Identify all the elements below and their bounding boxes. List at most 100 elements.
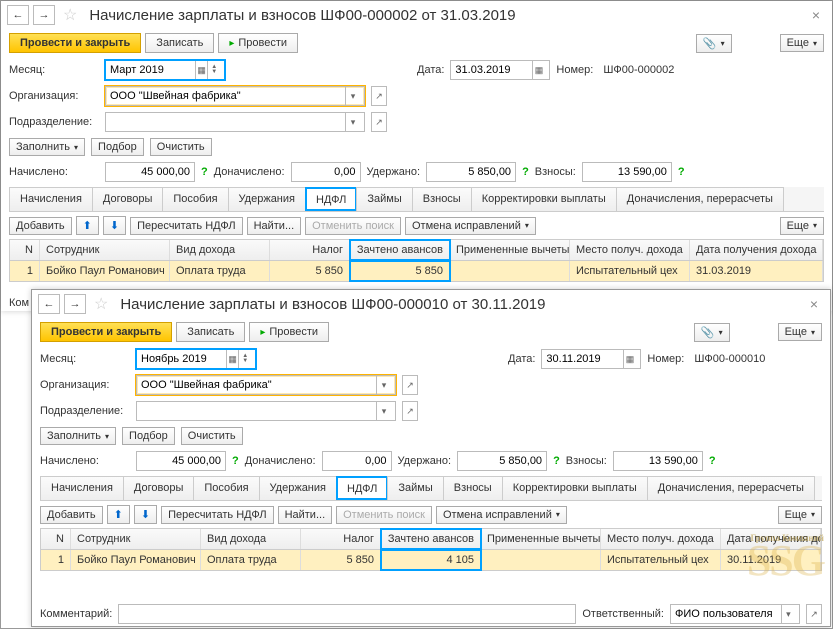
post-close-button[interactable]: Провести и закрыть: [40, 322, 172, 342]
col-tax[interactable]: Налог: [301, 529, 381, 549]
col-rdate[interactable]: Дата получения дохода: [721, 529, 821, 549]
accrued-input[interactable]: [105, 162, 195, 182]
clear-button[interactable]: Очистить: [150, 138, 212, 156]
date-input[interactable]: ▦: [450, 60, 550, 80]
add-accrued-input[interactable]: [322, 451, 392, 471]
star-icon[interactable]: ☆: [90, 294, 112, 314]
contrib-input[interactable]: [582, 162, 672, 182]
tab-deductions[interactable]: Удержания: [228, 187, 306, 211]
find-button[interactable]: Найти...: [278, 506, 333, 524]
withheld-input[interactable]: [426, 162, 516, 182]
org-open-icon[interactable]: ↗: [402, 375, 418, 395]
move-down-button[interactable]: ⬇: [134, 505, 157, 524]
dept-input[interactable]: ▾: [136, 401, 396, 421]
cancel-find-button[interactable]: Отменить поиск: [336, 506, 432, 524]
org-open-icon[interactable]: ↗: [371, 86, 387, 106]
close-icon[interactable]: ×: [806, 7, 826, 23]
tab-benefits[interactable]: Пособия: [193, 476, 259, 500]
save-button[interactable]: Записать: [145, 33, 214, 53]
pick-button[interactable]: Подбор: [122, 427, 175, 445]
tab-addl[interactable]: Доначисления, перерасчеты: [616, 187, 784, 211]
star-icon[interactable]: ☆: [59, 5, 81, 25]
tab-loans[interactable]: Займы: [356, 187, 412, 211]
col-tax[interactable]: Налог: [270, 240, 350, 260]
post-close-button[interactable]: Провести и закрыть: [9, 33, 141, 53]
org-input[interactable]: ▾: [105, 86, 365, 106]
tab-loans[interactable]: Займы: [387, 476, 443, 500]
help-icon[interactable]: ?: [709, 455, 716, 467]
attach-button[interactable]: 📎 ▾: [696, 34, 732, 53]
cancel-find-button[interactable]: Отменить поиск: [305, 217, 401, 235]
dept-open-icon[interactable]: ↗: [371, 112, 387, 132]
add-button[interactable]: Добавить: [9, 217, 72, 235]
nav-fwd[interactable]: →: [33, 5, 55, 25]
withheld-input[interactable]: [457, 451, 547, 471]
calendar-icon[interactable]: ▦: [623, 350, 637, 368]
col-advance[interactable]: Зачтено авансов: [381, 529, 481, 549]
recalc-button[interactable]: Пересчитать НДФЛ: [130, 217, 243, 235]
col-emp[interactable]: Сотрудник: [71, 529, 201, 549]
move-down-button[interactable]: ⬇: [103, 216, 126, 235]
clear-button[interactable]: Очистить: [181, 427, 243, 445]
col-n[interactable]: N: [41, 529, 71, 549]
tab-corrections[interactable]: Корректировки выплаты: [502, 476, 648, 500]
close-icon[interactable]: ×: [804, 296, 824, 312]
pick-button[interactable]: Подбор: [91, 138, 144, 156]
dept-open-icon[interactable]: ↗: [402, 401, 418, 421]
post-button[interactable]: ▸Провести: [249, 322, 329, 342]
tab-ndfl[interactable]: НДФЛ: [336, 476, 388, 500]
post-button[interactable]: ▸Провести: [218, 33, 298, 53]
accrued-input[interactable]: [136, 451, 226, 471]
help-icon[interactable]: ?: [553, 455, 560, 467]
col-deduct[interactable]: Примененные вычеты: [450, 240, 570, 260]
tab-contracts[interactable]: Договоры: [123, 476, 194, 500]
attach-button[interactable]: 📎 ▾: [694, 323, 730, 342]
move-up-button[interactable]: ⬆: [107, 505, 130, 524]
cancel-corr-button[interactable]: Отмена исправлений ▾: [405, 217, 536, 235]
help-icon[interactable]: ?: [201, 166, 208, 178]
more-button[interactable]: Еще ▾: [778, 506, 822, 524]
add-accrued-input[interactable]: [291, 162, 361, 182]
comment-input[interactable]: [118, 604, 576, 624]
dept-input[interactable]: ▾: [105, 112, 365, 132]
tab-addl[interactable]: Доначисления, перерасчеты: [647, 476, 815, 500]
tab-accruals[interactable]: Начисления: [9, 187, 93, 211]
tab-contrib[interactable]: Взносы: [443, 476, 503, 500]
month-input[interactable]: ▦▲▼: [136, 349, 256, 369]
col-kind[interactable]: Вид дохода: [170, 240, 270, 260]
tab-accruals[interactable]: Начисления: [40, 476, 124, 500]
tab-contrib[interactable]: Взносы: [412, 187, 472, 211]
responsible-input[interactable]: ▾: [670, 604, 800, 624]
col-place[interactable]: Место получ. дохода: [601, 529, 721, 549]
help-icon[interactable]: ?: [232, 455, 239, 467]
tab-ndfl[interactable]: НДФЛ: [305, 187, 357, 211]
nav-back[interactable]: ←: [38, 294, 60, 314]
table-row[interactable]: 1 Бойко Паул Романович Оплата труда 5 85…: [41, 550, 821, 570]
month-picker-icon[interactable]: ▦: [195, 61, 208, 79]
month-input[interactable]: ▦▲▼: [105, 60, 225, 80]
col-n[interactable]: N: [10, 240, 40, 260]
date-input[interactable]: ▦: [541, 349, 641, 369]
tab-contracts[interactable]: Договоры: [92, 187, 163, 211]
col-rdate[interactable]: Дата получения дохода: [690, 240, 823, 260]
help-icon[interactable]: ?: [678, 166, 685, 178]
find-button[interactable]: Найти...: [247, 217, 302, 235]
cancel-corr-button[interactable]: Отмена исправлений ▾: [436, 506, 567, 524]
more-button[interactable]: Еще ▾: [780, 217, 824, 235]
contrib-input[interactable]: [613, 451, 703, 471]
add-button[interactable]: Добавить: [40, 506, 103, 524]
more-button[interactable]: Еще ▾: [778, 323, 822, 341]
col-deduct[interactable]: Примененные вычеты: [481, 529, 601, 549]
table-row[interactable]: 1 Бойко Паул Романович Оплата труда 5 85…: [10, 261, 823, 281]
col-kind[interactable]: Вид дохода: [201, 529, 301, 549]
recalc-button[interactable]: Пересчитать НДФЛ: [161, 506, 274, 524]
calendar-icon[interactable]: ▦: [532, 61, 546, 79]
move-up-button[interactable]: ⬆: [76, 216, 99, 235]
fill-button[interactable]: Заполнить ▾: [40, 427, 116, 445]
month-picker-icon[interactable]: ▦: [226, 350, 239, 368]
nav-back[interactable]: ←: [7, 5, 29, 25]
nav-fwd[interactable]: →: [64, 294, 86, 314]
org-input[interactable]: ▾: [136, 375, 396, 395]
more-button[interactable]: Еще ▾: [780, 34, 824, 52]
col-advance[interactable]: Зачтено авансов: [350, 240, 450, 260]
